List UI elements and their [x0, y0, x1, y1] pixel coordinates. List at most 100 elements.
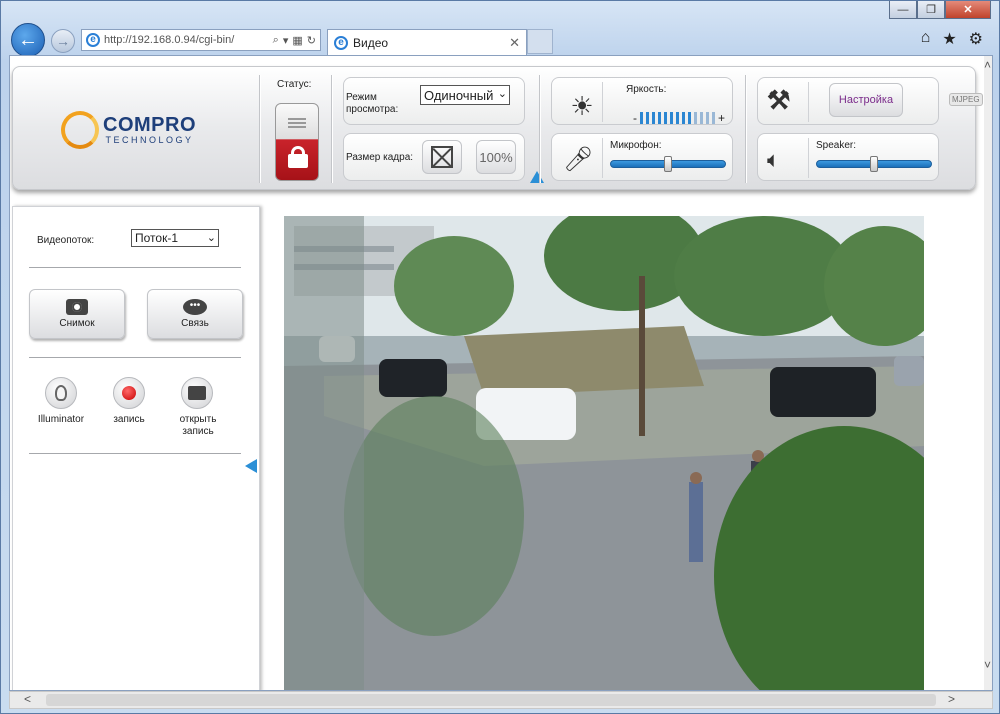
- view-mode-select[interactable]: Одиночный ⌄: [420, 85, 510, 105]
- horizontal-scrollbar[interactable]: < >: [9, 691, 993, 709]
- divider: [808, 138, 809, 178]
- address-actions: ⌕ ▾ ▦ ↻: [273, 34, 320, 47]
- address-bar[interactable]: e http://192.168.0.94/cgi-bin/ ⌕ ▾ ▦ ↻: [81, 29, 321, 51]
- fit-frame-button[interactable]: [422, 140, 462, 174]
- divider: [539, 75, 540, 183]
- minimize-button[interactable]: —: [889, 1, 917, 19]
- search-icon[interactable]: ⌕: [273, 34, 279, 47]
- divider: [29, 357, 241, 358]
- address-url[interactable]: http://192.168.0.94/cgi-bin/: [104, 34, 269, 46]
- speaker-icon: 🔈︎: [767, 147, 781, 172]
- view-mode-value: Одиночный: [424, 87, 494, 103]
- divider: [259, 75, 260, 183]
- brightness-label: Яркость:: [626, 84, 667, 95]
- tab-video[interactable]: e Видео ✕: [327, 29, 527, 55]
- tools-icon: ⚒: [767, 85, 791, 115]
- collapse-top-icon[interactable]: [530, 171, 544, 183]
- microphone-slider[interactable]: [610, 156, 726, 172]
- scroll-down-icon[interactable]: ˅: [984, 658, 991, 672]
- brightness-tick: [646, 112, 649, 124]
- camera-video-feed[interactable]: [284, 216, 924, 690]
- back-button[interactable]: ←: [11, 23, 45, 57]
- scroll-left-icon[interactable]: <: [24, 692, 31, 706]
- star-icon[interactable]: ★: [942, 29, 956, 49]
- logo-subtitle: TECHNOLOGY: [105, 135, 194, 145]
- actual-size-label: 100%: [479, 149, 513, 165]
- tab-close-icon[interactable]: ✕: [509, 35, 520, 51]
- vertical-scrollbar[interactable]: ˄ ˅: [984, 56, 992, 690]
- brightness-minus[interactable]: -: [633, 111, 637, 125]
- illuminator-button[interactable]: [45, 377, 77, 409]
- scroll-right-icon[interactable]: >: [948, 692, 955, 706]
- status-lock-button[interactable]: [275, 103, 319, 181]
- status-label: Статус:: [277, 79, 312, 90]
- snapshot-button[interactable]: Снимок: [29, 289, 125, 339]
- open-record-label: открыть запись: [179, 414, 217, 437]
- brightness-tick: [706, 112, 709, 124]
- brightness-tick: [694, 112, 697, 124]
- illuminator-label: Illuminator: [37, 414, 85, 425]
- brightness-level-bar[interactable]: [640, 112, 715, 124]
- gear-icon[interactable]: ⚙: [969, 29, 983, 49]
- brightness-tick: [640, 112, 643, 124]
- divider: [602, 82, 603, 122]
- home-icon[interactable]: ⌂: [921, 29, 931, 49]
- refresh-icon[interactable]: ↻: [307, 34, 316, 47]
- stream-select[interactable]: Поток-1 ⌄: [131, 229, 219, 247]
- close-window-button[interactable]: ✕: [945, 1, 991, 19]
- brightness-tick: [682, 112, 685, 124]
- arrow-right-icon: →: [56, 33, 70, 49]
- left-panel: Видеопоток: Поток-1 ⌄ Снимок ••• Связь I…: [12, 206, 260, 690]
- ie-icon: e: [334, 35, 348, 50]
- divider: [808, 82, 809, 122]
- camera-icon: [66, 299, 88, 315]
- forward-button[interactable]: →: [51, 29, 75, 53]
- folder-icon: [188, 386, 206, 400]
- divider: [602, 138, 603, 178]
- speaker-label: Speaker:: [816, 140, 857, 151]
- brightness-tick: [712, 112, 715, 124]
- new-tab-button[interactable]: [527, 29, 553, 54]
- speaker-slider[interactable]: [816, 156, 932, 172]
- maximize-button[interactable]: ❐: [917, 1, 945, 19]
- divider: [745, 75, 746, 183]
- brightness-tick: [652, 112, 655, 124]
- brightness-control[interactable]: - +: [633, 111, 725, 125]
- horizontal-scroll-thumb[interactable]: [46, 694, 936, 706]
- view-mode-group: Режим просмотра: Одиночный ⌄: [343, 77, 525, 125]
- record-button[interactable]: [113, 377, 145, 409]
- brightness-tick: [670, 112, 673, 124]
- divider: [29, 453, 241, 454]
- microphone-icon: 🎤︎: [563, 146, 594, 173]
- microphone-slider-thumb[interactable]: [664, 156, 672, 172]
- sun-icon: ☀: [570, 91, 594, 121]
- browser-window: — ❐ ✕ ← → e http://192.168.0.94/cgi-bin/…: [0, 0, 1000, 714]
- speaker-slider-thumb[interactable]: [870, 156, 878, 172]
- tab-title: Видео: [353, 35, 389, 50]
- settings-button[interactable]: Настройка: [829, 83, 903, 117]
- divider: [331, 75, 332, 183]
- lines-icon: [288, 118, 306, 120]
- chevron-down-icon: ⌄: [497, 88, 507, 100]
- stream-value: Поток-1: [135, 231, 178, 245]
- brightness-tick: [688, 112, 691, 124]
- dropdown-icon[interactable]: ▾: [283, 34, 289, 47]
- brightness-tick: [664, 112, 667, 124]
- compat-view-icon[interactable]: ▦: [292, 34, 302, 47]
- control-bar: COMPRO TECHNOLOGY Статус: Режим просмотр…: [12, 66, 983, 190]
- collapse-left-icon[interactable]: [245, 459, 257, 473]
- brightness-tick: [676, 112, 679, 124]
- view-mode-label: Режим просмотра:: [346, 92, 399, 115]
- open-record-button[interactable]: [181, 377, 213, 409]
- scroll-up-icon[interactable]: ˄: [984, 58, 991, 72]
- brightness-tick: [700, 112, 703, 124]
- chat-icon: •••: [183, 299, 207, 315]
- brightness-plus[interactable]: +: [718, 111, 725, 125]
- actual-size-button[interactable]: 100%: [476, 140, 516, 174]
- video-frame: [284, 216, 924, 690]
- brightness-tick: [658, 112, 661, 124]
- logo-name: COMPRO: [103, 114, 196, 136]
- talk-button[interactable]: ••• Связь: [147, 289, 243, 339]
- microphone-label: Микрофон:: [610, 140, 662, 151]
- snapshot-label: Снимок: [59, 318, 95, 329]
